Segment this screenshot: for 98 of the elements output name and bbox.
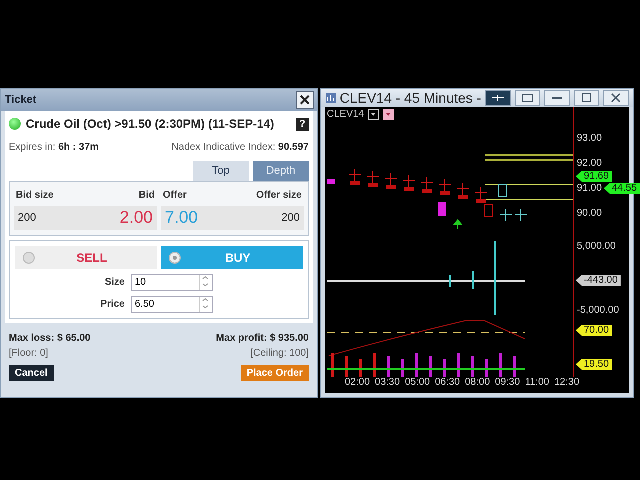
side-button[interactable]: SELL xyxy=(15,246,157,269)
offer-price: 7.00 xyxy=(165,208,198,228)
time-axis-label: 05:00 xyxy=(405,377,430,390)
offer-size-value: 200 xyxy=(282,212,300,224)
candlestick xyxy=(514,208,528,222)
price-tag: 91.69 xyxy=(576,171,612,182)
minimize-icon xyxy=(551,96,564,100)
close-button[interactable] xyxy=(296,91,314,109)
price-axis-label: 90.00 xyxy=(577,208,602,219)
indicator-bar xyxy=(499,353,502,377)
indicator-bar xyxy=(331,353,334,377)
time-axis-label: 06:30 xyxy=(435,377,460,390)
indicator-bar xyxy=(457,353,460,377)
time-axis-label: 02:00 xyxy=(345,377,370,390)
up-arrow-icon xyxy=(452,219,464,230)
price-axis-label: 93.00 xyxy=(577,133,602,144)
ceiling-text: [Ceiling: 100] xyxy=(250,348,309,359)
indicator-bar xyxy=(443,359,446,377)
spinner-arrows-icon xyxy=(200,297,211,310)
time-axis-label: 12:30 xyxy=(554,377,580,390)
pin-button[interactable] xyxy=(485,90,511,106)
candlestick xyxy=(420,176,434,193)
candlestick xyxy=(500,208,512,222)
indicator-bar xyxy=(415,353,418,377)
candlestick xyxy=(402,174,416,191)
close-icon xyxy=(611,93,622,103)
bid-price: 2.00 xyxy=(120,208,153,228)
candlestick xyxy=(438,178,452,195)
floor-text: [Floor: 0] xyxy=(9,348,48,359)
cancel-button[interactable]: Cancel xyxy=(9,365,54,381)
index-value: 90.597 xyxy=(278,142,309,153)
candlestick xyxy=(484,204,494,218)
radio-icon xyxy=(23,252,35,264)
panel-button[interactable] xyxy=(514,90,540,106)
close-icon xyxy=(300,95,310,105)
minimize-button[interactable] xyxy=(544,90,570,106)
bid-label: Bid xyxy=(138,190,155,201)
radio-icon xyxy=(169,252,181,264)
maximize-icon xyxy=(582,93,592,103)
field-label: Size xyxy=(104,277,125,288)
bid-size-value: 200 xyxy=(18,212,36,224)
candlestick xyxy=(438,202,446,216)
field-label: Price xyxy=(100,299,125,310)
offer-size-label: Offer size xyxy=(256,190,302,201)
indicator-bar xyxy=(387,356,390,377)
price-axis-label: 91.00 xyxy=(577,183,602,194)
candlestick xyxy=(456,182,470,199)
bid-size-label: Bid size xyxy=(16,190,54,201)
expires-value: 6h : 37m xyxy=(58,142,100,153)
candlestick xyxy=(366,170,380,187)
max-profit-value: $ 935.00 xyxy=(270,333,309,344)
chart-icon xyxy=(325,92,336,104)
window-title: Ticket xyxy=(5,94,37,106)
candlestick xyxy=(474,186,488,203)
close-button[interactable] xyxy=(603,90,629,106)
spin-field[interactable]: 10 xyxy=(131,274,213,291)
max-loss-value: $ 65.00 xyxy=(57,333,91,344)
pin-icon xyxy=(491,94,506,102)
value-tag: -443.00 xyxy=(576,275,621,286)
candlestick xyxy=(498,184,508,198)
offer-label: Offer xyxy=(163,190,187,201)
indicator-bar xyxy=(485,359,488,377)
time-axis-label: 08:00 xyxy=(465,377,490,390)
max-loss-label: Max loss: xyxy=(9,333,56,344)
symbol-label: CLEV14 xyxy=(327,109,364,120)
candlestick xyxy=(327,179,335,184)
max-profit-label: Max profit: xyxy=(216,333,268,344)
status-icon xyxy=(9,118,21,130)
volume-axis-label: -5,000.00 xyxy=(577,305,620,316)
indicator-bar xyxy=(359,359,362,377)
indicator-bar xyxy=(513,356,516,377)
candlestick xyxy=(384,172,398,189)
index-label: Nadex Indicative Index: xyxy=(172,142,277,153)
indicator-bar xyxy=(345,356,348,377)
instrument-name: Crude Oil (Oct) >91.50 (2:30PM) (11-SEP-14) xyxy=(26,117,274,131)
spinner-arrows-icon xyxy=(200,275,211,288)
expires-label: Expires in: xyxy=(9,142,57,153)
candlestick xyxy=(348,168,362,185)
help-button[interactable]: ? xyxy=(296,118,309,130)
indicator-bar xyxy=(429,356,432,377)
dropdown-icon[interactable] xyxy=(383,109,394,120)
maximize-button[interactable] xyxy=(574,90,600,106)
tab[interactable]: Top xyxy=(193,161,249,181)
spin-field[interactable]: 6.50 xyxy=(131,296,213,313)
indicator-tag: 70.00 xyxy=(576,325,612,336)
volume-axis-label: 5,000.00 xyxy=(577,241,616,252)
price-axis-label: 92.00 xyxy=(577,158,602,169)
window-title: CLEV14 - 45 Minutes - xyxy=(340,90,482,106)
time-axis-label: 11:00 xyxy=(525,377,550,390)
indicator-bar xyxy=(471,356,474,377)
panel-icon xyxy=(522,94,534,102)
dropdown-icon[interactable] xyxy=(368,109,380,120)
price-tag: 44.55 xyxy=(604,183,640,194)
time-axis-label: 03:30 xyxy=(375,377,400,390)
indicator-tag: 19.50 xyxy=(576,359,612,370)
time-axis-label: 09:30 xyxy=(495,377,520,390)
indicator-bar xyxy=(373,353,376,377)
indicator-bar xyxy=(401,359,404,377)
